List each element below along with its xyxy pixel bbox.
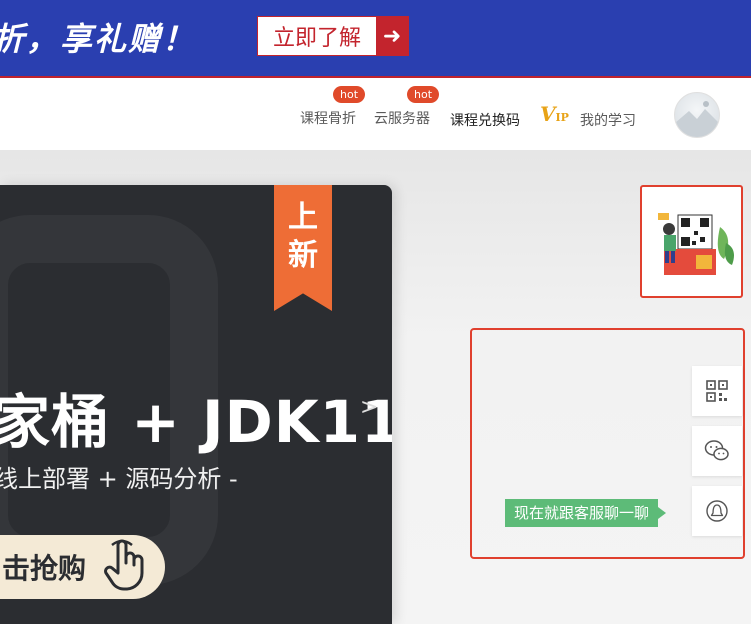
nav-item-label: 课程骨折 (300, 111, 356, 127)
chat-tip[interactable]: 现在就跟客服聊一聊 (505, 499, 667, 527)
banner-title: 家桶 + JDK11 (0, 388, 392, 456)
learn-more-button[interactable]: 立即了解 ➜ (257, 16, 409, 56)
banner-subtitle: 线上部署 + 源码分析 - (0, 465, 238, 493)
nav-item-course-discount[interactable]: hot 课程骨折 (300, 86, 366, 128)
new-ribbon: 上 新 (274, 185, 332, 311)
ribbon-char: 新 (288, 238, 318, 273)
arrow-right-icon: ➜ (376, 17, 408, 55)
qr-code-button[interactable] (692, 366, 742, 416)
vip-icon[interactable]: VIP (540, 102, 569, 126)
hot-badge: hot (333, 86, 366, 103)
nav-item-my-learning[interactable]: 我的学习 (580, 110, 636, 130)
nav-item-cloud-server[interactable]: hot 云服务器 (374, 86, 440, 128)
course-banner[interactable]: 上 新 家桶 + JDK11 > 线上部署 + 源码分析 - 击抢购 (0, 185, 392, 624)
nav-item-label: 课程兑换码 (450, 113, 520, 129)
avatar[interactable] (674, 92, 720, 138)
hot-badge: hot (407, 86, 440, 103)
qq-icon (706, 500, 728, 522)
buy-now-label: 击抢购 (2, 552, 87, 585)
vip-main: V (540, 102, 556, 126)
nav-item-label: 我的学习 (580, 113, 636, 129)
ribbon-char: 上 (288, 200, 318, 235)
nav-item-label: 云服务器 (374, 111, 430, 127)
vip-sub: IP (555, 111, 569, 124)
promo-bar: 折，享礼赠！ 立即了解 ➜ (0, 0, 751, 78)
qr-promo-illustration (658, 213, 734, 275)
qr-promo-card[interactable] (640, 185, 743, 298)
qr-code-icon (706, 380, 728, 402)
pointing-hand-icon (104, 539, 144, 591)
avatar-image (675, 101, 719, 137)
promo-text: 折，享礼赠！ (0, 20, 197, 58)
qq-button[interactable] (692, 486, 742, 536)
learn-more-label: 立即了解 (258, 17, 376, 55)
nav-item-redeem-code[interactable]: 课程兑换码 (450, 110, 520, 130)
top-nav: hot 课程骨折 hot 云服务器 课程兑换码 VIP 我的学习 (0, 78, 751, 150)
wechat-icon (704, 440, 729, 461)
chevron-right-icon[interactable]: > (360, 395, 378, 420)
wechat-button[interactable] (692, 426, 742, 476)
